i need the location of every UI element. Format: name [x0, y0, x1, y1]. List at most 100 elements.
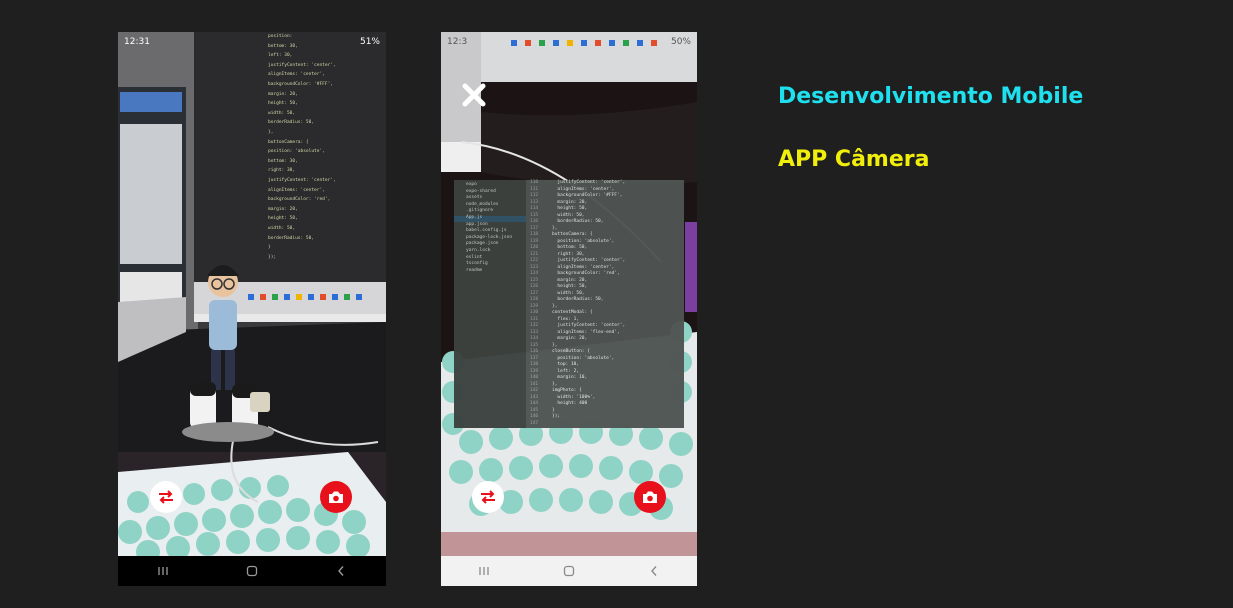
code-line: }, — [268, 130, 274, 135]
code-line: alignItems: 'center', — [268, 187, 325, 193]
code-line: bottom: 50, — [552, 245, 588, 250]
code-line: 117 — [530, 225, 539, 231]
status-battery: 50% — [670, 37, 691, 47]
code-line: width: 50, — [268, 226, 296, 231]
code-line: margin: 20, — [552, 277, 588, 283]
code-line: borderRadius: 50, — [552, 297, 604, 302]
code-line: 113 — [530, 199, 539, 205]
code-line: 116 — [530, 219, 539, 224]
code-line: height: 50, — [552, 284, 588, 289]
camera-icon — [643, 491, 657, 503]
recent-apps-icon — [479, 567, 489, 575]
code-line: 114 — [530, 206, 539, 211]
home-icon — [246, 565, 258, 577]
code-line: 112 — [530, 193, 539, 198]
code-line: yarn.lock — [466, 248, 491, 253]
code-line: 128 — [530, 297, 539, 302]
code-line: bottom: 30, — [268, 158, 298, 164]
code-line: 134 — [530, 336, 539, 341]
phone-right-photo-modal: expo expo-shared assets node_modules .gitign… — [441, 32, 697, 586]
code-line: package-lock.json — [466, 234, 513, 240]
code-line: backgroundColor: 'red', — [552, 271, 620, 276]
recent-apps-icon — [158, 567, 168, 575]
android-nav-bar — [441, 556, 697, 586]
close-modal-button[interactable] — [461, 82, 487, 108]
take-photo-button[interactable] — [634, 481, 666, 513]
code-line: 115 — [530, 212, 539, 218]
code-line: borderRadius: 50, — [552, 219, 604, 224]
code-line: 139 — [530, 368, 539, 374]
back-icon — [651, 566, 657, 576]
page-title: Desenvolvimento Mobile — [778, 84, 1084, 109]
code-line: 138 — [530, 362, 539, 367]
code-line: height: 50, — [552, 206, 588, 211]
nav-recent-button[interactable] — [148, 556, 178, 586]
code-line: 119 — [530, 238, 539, 244]
code-line: } — [268, 245, 271, 251]
code-line: }); — [268, 254, 277, 260]
captured-photo: expo expo-shared assets node_modules .gitign… — [454, 180, 684, 428]
code-line: left: 30, — [268, 53, 293, 59]
nav-back-button[interactable] — [326, 556, 356, 586]
code-line: 145 — [530, 407, 539, 413]
code-line: backgroundColor: '#FFF', — [268, 82, 334, 87]
swap-arrows-icon — [481, 490, 495, 504]
code-line: buttonCamera: { — [268, 139, 309, 145]
code-line: margin: 20, — [552, 199, 588, 205]
code-line: 136 — [530, 349, 539, 354]
code-line: } — [552, 407, 555, 413]
code-line: position: 'absolute', — [552, 355, 615, 361]
code-line: 127 — [530, 290, 539, 296]
code-line: alignItems: 'flex-end', — [552, 329, 620, 335]
code-line: 121 — [530, 251, 539, 257]
code-line: right: 30, — [552, 251, 585, 257]
code-line: expo-shared — [466, 188, 496, 194]
code-line: 140 — [530, 375, 539, 380]
code-line: margin: 20, — [268, 206, 298, 212]
code-line: 118 — [530, 232, 539, 237]
code-line: 133 — [530, 329, 539, 335]
code-line: package.json — [466, 241, 499, 247]
take-photo-button[interactable] — [320, 481, 352, 513]
code-line: }, — [552, 303, 558, 309]
flip-camera-button[interactable] — [472, 481, 504, 513]
nav-home-button[interactable] — [554, 556, 584, 586]
code-line: borderRadius: 50, — [268, 235, 315, 241]
code-line: height: 50, — [268, 216, 298, 222]
code-line: 129 — [530, 303, 539, 309]
close-icon — [462, 83, 486, 107]
nav-recent-button[interactable] — [469, 556, 499, 586]
code-line: 110 — [530, 180, 539, 185]
code-line: 111 — [530, 186, 539, 192]
code-line: 123 — [530, 264, 539, 270]
code-line: 122 — [530, 258, 539, 263]
code-line: height: 400 — [552, 401, 588, 406]
code-line: width: 50, — [552, 212, 585, 218]
code-line: closeButton: { — [552, 349, 590, 354]
code-line: 141 — [530, 381, 539, 387]
code-line: eslint — [466, 254, 483, 260]
code-line: 124 — [530, 271, 539, 276]
code-line: 146 — [530, 414, 539, 419]
code-line: backgroundColor: '#FFF', — [552, 193, 623, 198]
code-line: babel.config.js — [466, 228, 507, 234]
code-line: 142 — [530, 388, 539, 393]
status-bar: 12:31 51% — [118, 32, 386, 52]
code-line: expo — [466, 182, 477, 187]
nav-home-button[interactable] — [237, 556, 267, 586]
back-icon — [338, 566, 344, 576]
code-line: backgroundColor: 'red', — [268, 197, 331, 203]
page-subtitle: APP Câmera — [778, 147, 930, 172]
code-line: justifyContent: 'center', — [552, 258, 626, 263]
code-line: borderRadius: 50, — [268, 120, 315, 126]
status-battery: 51% — [359, 37, 380, 47]
code-line: 137 — [530, 355, 539, 361]
code-line: margin: 20, — [268, 91, 298, 97]
code-line: alignItems: 'center', — [268, 72, 325, 78]
code-line: right: 30, — [268, 168, 296, 174]
code-line: }, — [552, 381, 558, 387]
swap-arrows-icon — [159, 490, 173, 504]
nav-back-button[interactable] — [639, 556, 669, 586]
android-nav-bar — [118, 556, 386, 586]
flip-camera-button[interactable] — [150, 481, 182, 513]
